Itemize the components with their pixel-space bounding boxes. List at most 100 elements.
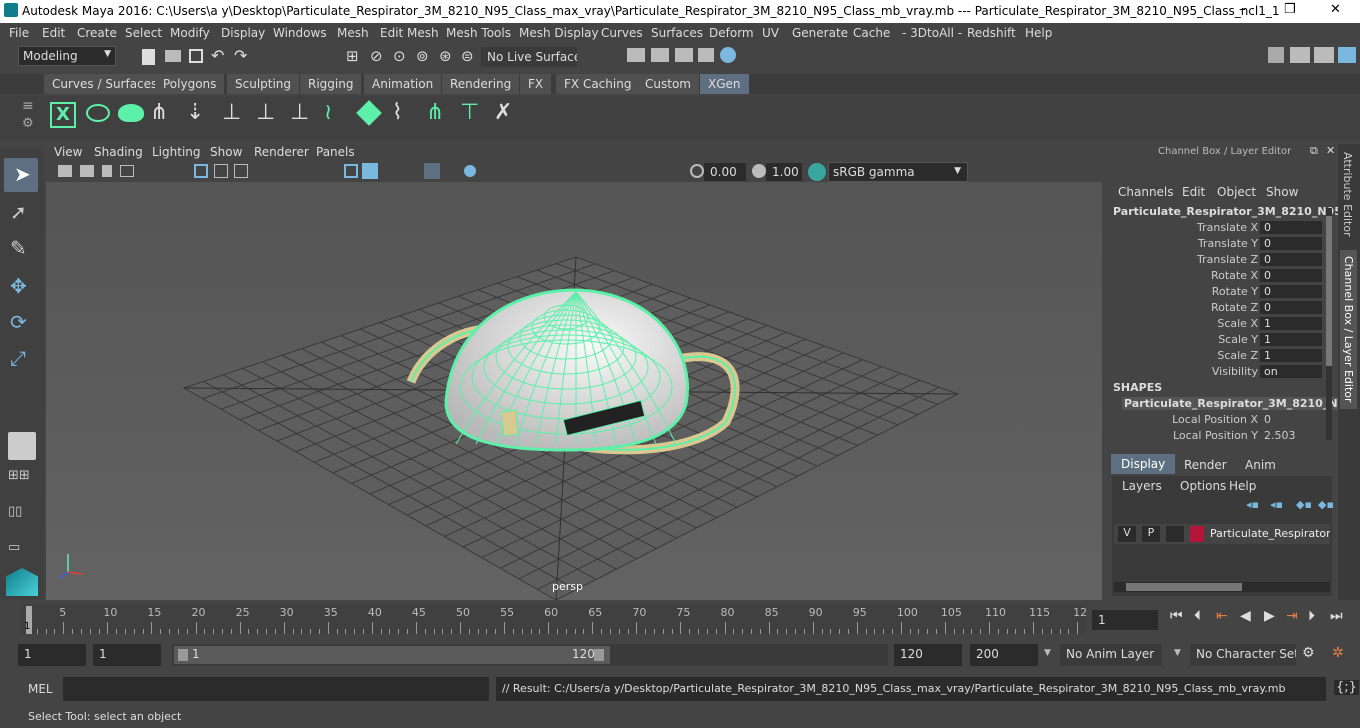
menu-file[interactable]: File bbox=[9, 26, 29, 40]
redo-icon[interactable]: ↷ bbox=[234, 46, 247, 65]
maximize-button[interactable]: ❒ bbox=[1284, 2, 1296, 17]
menu-cache[interactable]: Cache bbox=[853, 26, 890, 40]
gamma-icon[interactable] bbox=[752, 164, 766, 178]
shape-attribute-name[interactable]: Local Position X bbox=[1144, 413, 1258, 426]
snap-view-icon[interactable]: ⊚ bbox=[416, 47, 429, 65]
playback-start-field[interactable]: 1 bbox=[93, 644, 161, 666]
edit-menu[interactable]: Edit bbox=[1182, 185, 1205, 199]
shape-attribute-value[interactable]: 0 bbox=[1260, 413, 1322, 426]
new-layer-icon[interactable]: ◆▪ bbox=[1296, 498, 1312, 511]
attribute-name[interactable]: Translate Y bbox=[1164, 237, 1258, 250]
shelf-menu-icon[interactable]: ≡ bbox=[22, 98, 34, 114]
layer-color-swatch[interactable] bbox=[1190, 526, 1204, 542]
hypershade-icon[interactable] bbox=[720, 47, 736, 63]
perspective-viewport[interactable]: persp bbox=[46, 182, 1102, 600]
go-to-start-icon[interactable]: ⏮ bbox=[1170, 608, 1183, 624]
layer-playback-toggle[interactable]: P bbox=[1142, 526, 1160, 542]
layers-menu[interactable]: Layers bbox=[1122, 479, 1162, 493]
resolution-gate-icon[interactable] bbox=[234, 164, 248, 178]
camera-attributes-icon[interactable] bbox=[80, 165, 94, 177]
shelf-tab-curves-surfaces[interactable]: Curves / Surfaces bbox=[44, 74, 166, 94]
attribute-value[interactable]: 0 bbox=[1260, 221, 1322, 234]
lasso-tool-icon[interactable]: ➚ bbox=[10, 200, 27, 224]
step-forward-key-icon[interactable]: ⇥ bbox=[1286, 608, 1298, 624]
shelf-tab-fx-caching[interactable]: FX Caching bbox=[556, 74, 640, 94]
guide-visibility-icon[interactable]: ⊥ bbox=[256, 100, 275, 125]
show-menu[interactable]: Show bbox=[1266, 185, 1298, 199]
play-backwards-icon[interactable]: ◀ bbox=[1240, 608, 1251, 624]
menu-deform[interactable]: Deform bbox=[709, 26, 754, 40]
attribute-name[interactable]: Scale Y bbox=[1164, 333, 1258, 346]
menu-edit[interactable]: Edit bbox=[42, 26, 65, 40]
time-slider[interactable]: 1 5 10 15 20 25 30 35 40 45 50 55 60 65 70 75 80 85 90 95 1… bbox=[0, 602, 1360, 636]
animation-prefs-icon[interactable]: ✲ bbox=[1332, 645, 1344, 661]
paint-select-tool-icon[interactable]: ✎ bbox=[10, 236, 27, 260]
shelf-settings-icon[interactable]: ⚙ bbox=[22, 116, 34, 131]
channel-box-toggle-icon[interactable] bbox=[1338, 47, 1356, 63]
two-view-layout-icon[interactable]: ▯▯ bbox=[8, 504, 36, 532]
grid-toggle-icon[interactable] bbox=[194, 164, 208, 178]
end-time-field[interactable]: 200 bbox=[970, 644, 1038, 666]
menu-modify[interactable]: Modify bbox=[170, 26, 210, 40]
render-view-icon[interactable] bbox=[627, 48, 645, 62]
menu-mesh-tools[interactable]: Mesh Tools bbox=[446, 26, 511, 40]
layer-name[interactable]: Particulate_Respirator_3I bbox=[1210, 527, 1330, 540]
mode-dropdown[interactable]: Modeling ▼ bbox=[18, 46, 116, 66]
colorspace-dropdown[interactable]: sRGB gamma ▼ bbox=[828, 162, 968, 182]
object-menu[interactable]: Object bbox=[1217, 185, 1256, 199]
playback-end-field[interactable]: 120 bbox=[894, 644, 962, 666]
move-guide-icon[interactable]: ⇣ bbox=[186, 100, 204, 125]
menu-generate[interactable]: Generate bbox=[792, 26, 848, 40]
guide-curves-icon[interactable]: ⋔ bbox=[426, 100, 444, 125]
channel-scrollbar[interactable] bbox=[1326, 208, 1332, 440]
script-editor-icon[interactable]: {;} bbox=[1334, 680, 1359, 695]
attribute-name[interactable]: Scale Z bbox=[1164, 349, 1258, 362]
new-layer-selected-icon[interactable]: ◆▪ bbox=[1318, 498, 1334, 511]
menu-mesh-display[interactable]: Mesh Display bbox=[519, 26, 599, 40]
render-frame-icon[interactable] bbox=[651, 48, 669, 62]
menu-3dtoall[interactable]: - 3DtoAll - bbox=[902, 26, 962, 40]
camera-select-icon[interactable] bbox=[58, 165, 72, 177]
step-back-key-icon[interactable]: ⇤ bbox=[1216, 608, 1228, 624]
minimize-button[interactable]: – bbox=[1239, 2, 1246, 17]
grid-groom-icon[interactable] bbox=[356, 100, 382, 126]
shelf-tab-rendering[interactable]: Rendering bbox=[442, 74, 520, 94]
go-to-end-icon[interactable]: ⏭ bbox=[1330, 608, 1343, 624]
attribute-editor-tab[interactable]: Attribute Editor bbox=[1341, 152, 1354, 237]
attribute-value[interactable]: 0 bbox=[1260, 269, 1322, 282]
sculpt-guides-icon[interactable]: ≀ bbox=[324, 100, 332, 125]
attribute-name[interactable]: Translate Z bbox=[1164, 253, 1258, 266]
modeling-toolkit-icon[interactable] bbox=[1268, 47, 1284, 63]
textured-icon[interactable] bbox=[424, 163, 440, 179]
snap-curve-icon[interactable]: ⊘ bbox=[370, 47, 383, 65]
range-start-handle[interactable] bbox=[178, 649, 188, 661]
range-bar[interactable]: 1 120 bbox=[172, 644, 888, 666]
snap-grid-icon[interactable]: ⊞ bbox=[346, 47, 359, 65]
exposure-icon[interactable] bbox=[690, 164, 704, 178]
guide-add-tool-icon[interactable]: ⊥ bbox=[222, 100, 241, 125]
undo-icon[interactable]: ↶ bbox=[211, 46, 224, 65]
play-forwards-icon[interactable]: ▶ bbox=[1264, 608, 1275, 624]
menu-uv[interactable]: UV bbox=[762, 26, 779, 40]
shelf-tab-animation[interactable]: Animation bbox=[364, 74, 442, 94]
lights-icon[interactable] bbox=[464, 165, 476, 177]
menu-help[interactable]: Help bbox=[1025, 26, 1052, 40]
live-surface-field[interactable]: No Live Surface bbox=[481, 47, 577, 67]
attribute-value[interactable]: 0 bbox=[1260, 237, 1322, 250]
shelf-tab-rigging[interactable]: Rigging bbox=[300, 74, 362, 94]
shape-attribute-value[interactable]: 2.503 bbox=[1260, 429, 1322, 442]
close-panel-icon[interactable]: ✕ bbox=[1326, 144, 1335, 157]
close-button[interactable]: ✕ bbox=[1330, 2, 1341, 17]
menu-redshift[interactable]: Redshift bbox=[967, 26, 1016, 40]
delete-guides-icon[interactable]: ✗ bbox=[494, 100, 512, 125]
live-object-icon[interactable]: ⊜ bbox=[461, 47, 474, 65]
attribute-name[interactable]: Translate X bbox=[1164, 221, 1258, 234]
menu-edit-mesh[interactable]: Edit Mesh bbox=[380, 26, 439, 40]
options-menu[interactable]: Options bbox=[1180, 479, 1226, 493]
menu-mesh[interactable]: Mesh bbox=[337, 26, 369, 40]
anim-layer-dropdown[interactable]: No Anim Layer bbox=[1060, 644, 1162, 666]
step-back-icon[interactable]: ⏴ bbox=[1194, 608, 1201, 624]
layer-tab-anim[interactable]: Anim bbox=[1245, 458, 1276, 472]
viewport-menu-panels[interactable]: Panels bbox=[316, 145, 355, 159]
image-plane-icon[interactable] bbox=[120, 165, 134, 177]
